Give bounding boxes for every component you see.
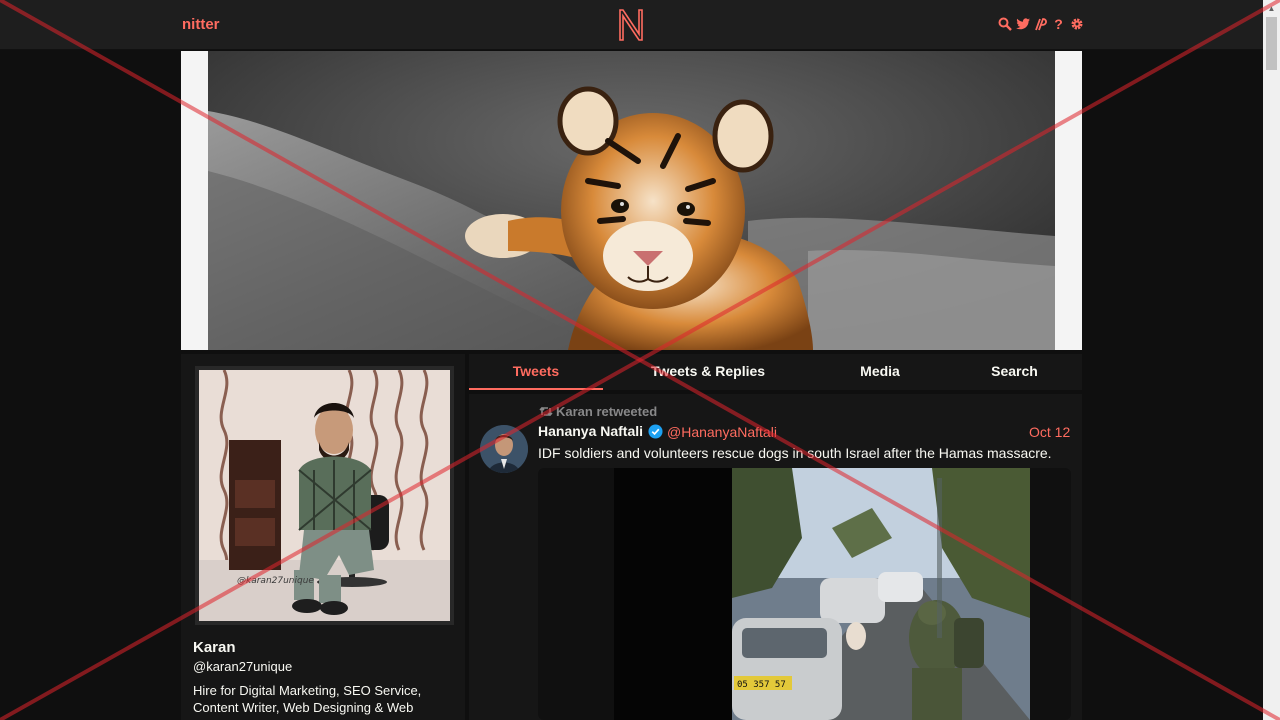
tiger-cub-banner-image	[208, 51, 1055, 350]
tab-search[interactable]: Search	[947, 354, 1082, 390]
avatar-watermark-text: @karan27unique	[237, 576, 314, 586]
profile-name[interactable]: Karan	[193, 639, 236, 656]
video-player[interactable]: 05 357 57	[614, 468, 1030, 720]
top-navbar: nitter ?	[0, 0, 1263, 50]
tweet-video[interactable]: 05 357 57	[538, 468, 1071, 720]
profile-bio: Hire for Digital Marketing, SEO Service,…	[193, 683, 422, 715]
scroll-up-arrow-icon[interactable]: ▲	[1263, 0, 1280, 17]
verified-badge-icon	[648, 423, 663, 439]
profile-tabs: Tweets Tweets & Replies Media Search	[469, 354, 1082, 390]
twitter-bird-icon[interactable]	[1015, 16, 1030, 32]
profile-banner[interactable]	[181, 51, 1082, 350]
timeline: Karan retweeted Hananya Naftali @Hananya…	[469, 394, 1082, 720]
gear-icon[interactable]	[1069, 16, 1084, 32]
page-scrollbar[interactable]: ▲	[1263, 0, 1280, 720]
tweet-text: IDF soldiers and volunteers rescue dogs …	[538, 445, 1052, 461]
tweet-author-fullname: Hananya Naftali	[538, 423, 644, 439]
search-icon[interactable]	[997, 16, 1012, 32]
profile-card: @karan27unique Karan @karan27unique Hire…	[181, 354, 465, 720]
tweet-author-avatar[interactable]	[480, 425, 528, 473]
help-icon[interactable]: ?	[1051, 16, 1066, 32]
scrollbar-thumb[interactable]	[1266, 17, 1277, 70]
rss-icon[interactable]	[1033, 16, 1048, 32]
tweet-date[interactable]: Oct 12	[1029, 424, 1070, 440]
tab-media[interactable]: Media	[813, 354, 947, 390]
profile-avatar[interactable]: @karan27unique	[195, 366, 454, 625]
tab-tweets-and-replies[interactable]: Tweets & Replies	[603, 354, 813, 390]
tab-tweets[interactable]: Tweets	[469, 354, 603, 390]
brand-link[interactable]: nitter	[182, 16, 220, 33]
retweet-icon	[539, 406, 553, 417]
nitter-logo-icon[interactable]	[617, 8, 645, 42]
profile-avatar-image: @karan27unique	[199, 370, 450, 621]
tweet-author-username[interactable]: @HananyaNaftali	[667, 424, 777, 440]
retweet-header[interactable]: Karan retweeted	[539, 404, 657, 419]
license-plate-text: 05 357 57	[737, 680, 786, 690]
retweet-label: Karan retweeted	[556, 404, 658, 419]
nav-icon-group: ?	[997, 16, 1084, 32]
tweet-author-name[interactable]: Hananya Naftali	[538, 423, 663, 439]
video-thumbnail: 05 357 57	[732, 468, 1030, 720]
profile-handle[interactable]: @karan27unique	[193, 659, 292, 674]
